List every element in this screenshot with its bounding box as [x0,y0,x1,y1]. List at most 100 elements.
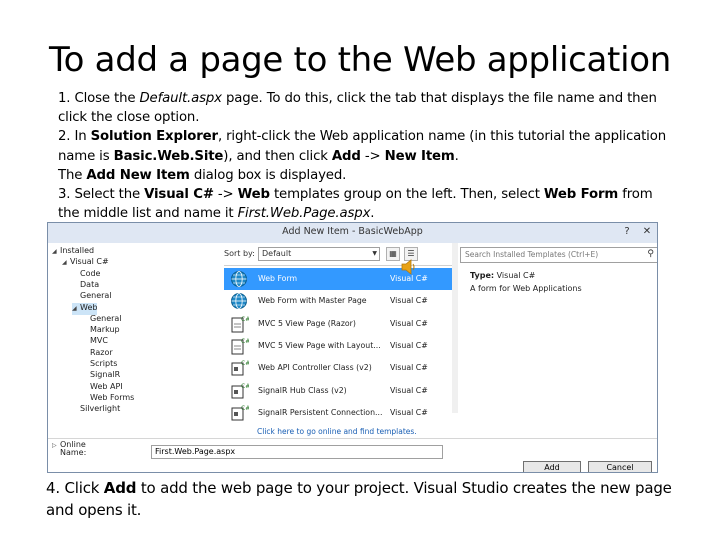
close-button[interactable]: ✕ [640,225,654,239]
template-language: Visual C# [390,385,428,395]
name-field[interactable]: First.Web.Page.aspx [151,445,443,459]
sort-value: Default [262,249,292,258]
search-icon[interactable]: ⚲ [647,249,654,259]
step-3: 3. Select the Visual C# -> Web templates… [58,187,653,222]
tree-item-label: Web Forms [90,392,135,402]
cs-page-icon: C# [229,337,250,355]
slide-title: To add a page to the Web application [48,40,671,80]
web-form-icon [229,292,249,310]
template-row[interactable]: C# MVC 5 View Page (Razor) Visual C# [224,313,454,335]
template-language: Visual C# [390,318,428,328]
tree-item[interactable]: Code [72,269,100,281]
dialog-titlebar: Add New Item - BasicWebApp ? ✕ [48,223,657,243]
tree-item[interactable]: Web API [82,382,123,394]
template-language: Visual C# [390,340,428,350]
template-name: MVC 5 View Page (Razor) [258,318,356,328]
search-placeholder: Search Installed Templates (Ctrl+E) [465,250,599,259]
template-row[interactable]: C# MVC 5 View Page with Layout... Visual C… [224,335,454,357]
add-button[interactable]: Add [523,461,581,472]
tree-item-label: General [90,313,122,323]
web-form-icon [229,270,249,288]
dialog-title: Add New Item - BasicWebApp [282,226,423,237]
cs-class-icon: C# [229,359,250,377]
divider [48,438,657,439]
template-row[interactable]: C# SignalR Persistent Connection... Visual… [224,402,454,424]
svg-text:C#: C# [241,316,249,323]
tree-item[interactable]: ◢ Web [72,302,98,315]
cancel-button[interactable]: Cancel [588,461,652,472]
step-4: 4. Click Add to add the web page to your… [46,479,672,519]
tree-item-label: Installed [60,246,95,255]
tree-item[interactable]: ◢ Visual C# [62,257,109,269]
template-row[interactable]: Web Form with Master Page Visual C# [224,290,454,312]
template-tree: ◢ Installed ◢ Visual C# Code Data General ◢ Web G… [52,243,222,449]
tree-item[interactable]: ◢ Installed [52,246,94,258]
step-2: 2. In Solution Explorer, right-click the… [58,129,666,164]
tree-item[interactable]: Scripts [82,359,117,371]
template-name: SignalR Hub Class (v2) [258,385,347,395]
instructions: 1. Close the Default.aspx page. To do th… [58,89,668,223]
details-type: Type: Visual C# [470,271,536,280]
template-list: Web Form Visual C# Web Form with Master Pa… [224,265,454,423]
sort-label: Sort by: [224,249,255,258]
search-input[interactable]: Search Installed Templates (Ctrl+E) ⚲ [460,247,657,263]
template-list-scrollbar[interactable] [452,243,458,413]
go-online-link[interactable]: Click here to go online and find templat… [257,427,417,436]
svg-text:C#: C# [241,338,249,345]
tree-expander-icon[interactable]: ◢ [62,259,70,266]
tree-expander-icon[interactable]: ◢ [72,305,80,312]
chevron-down-icon: ▼ [372,250,377,257]
cs-page-icon: C# [229,315,250,333]
tree-item[interactable]: SignalR [82,370,120,382]
details-description: A form for Web Applications [470,284,582,293]
tree-item[interactable]: Markup [82,325,120,337]
step-1: 1. Close the Default.aspx page. To do th… [58,91,657,126]
sort-dropdown[interactable]: Default ▼ [258,247,380,261]
template-language: Visual C# [390,407,428,417]
tree-item-label: Visual C# [70,257,109,267]
svg-text:C#: C# [241,383,249,390]
tree-item[interactable]: Silverlight [72,404,120,416]
template-name: MVC 5 View Page with Layout... [258,340,381,350]
tree-item[interactable]: General [82,314,122,326]
template-language: Visual C# [390,296,428,306]
tree-item-label: Web API [90,381,123,391]
svg-text:C#: C# [241,360,249,367]
speaker-icon [401,259,415,275]
help-button[interactable]: ? [620,225,634,239]
template-name: Web API Controller Class (v2) [258,363,372,373]
template-name: Web Form [258,274,298,283]
tree-item-label: General [80,291,112,301]
grid-view-icon[interactable]: ▦ [386,247,400,261]
tree-item-label: Web [80,302,98,312]
sort-bar: Sort by: Default ▼ ▦ ☰ [224,247,454,265]
tree-item[interactable]: MVC [82,336,108,348]
template-details: Type: Visual C# A form for Web Applicati… [470,269,650,295]
tree-expander-icon[interactable]: ▷ [52,442,60,449]
tree-item-label: MVC [90,336,108,346]
tree-item-label: Code [80,268,101,278]
tree-item-label: Markup [90,325,120,335]
tree-item-label: Razor [90,347,113,357]
template-name: SignalR Persistent Connection... [258,407,383,417]
add-new-item-dialog: Add New Item - BasicWebApp ? ✕ ◢ Installe… [47,222,658,473]
template-row[interactable]: Web Form Visual C# [224,268,454,290]
tree-item-label: Silverlight [80,404,121,414]
template-row[interactable]: C# SignalR Hub Class (v2) Visual C# [224,380,454,402]
tree-item-label: Data [80,279,100,289]
template-row[interactable]: C# Web API Controller Class (v2) Visual C# [224,357,454,379]
cs-class-icon: C# [229,404,250,422]
tree-item[interactable]: General [72,291,112,303]
cs-class-icon: C# [229,382,250,400]
tree-item[interactable]: Web Forms [82,393,134,405]
tree-expander-icon[interactable]: ◢ [52,248,60,255]
step-2-note: The Add New Item dialog box is displayed… [58,167,347,183]
tree-item[interactable]: Data [72,280,99,292]
tree-item-label: SignalR [90,370,121,380]
tree-item[interactable]: Razor [82,348,113,360]
template-name: Web Form with Master Page [258,296,367,306]
svg-text:C#: C# [241,405,249,412]
name-label: Name: [60,448,87,457]
template-language: Visual C# [390,363,428,373]
tree-item-label: Scripts [90,359,118,368]
